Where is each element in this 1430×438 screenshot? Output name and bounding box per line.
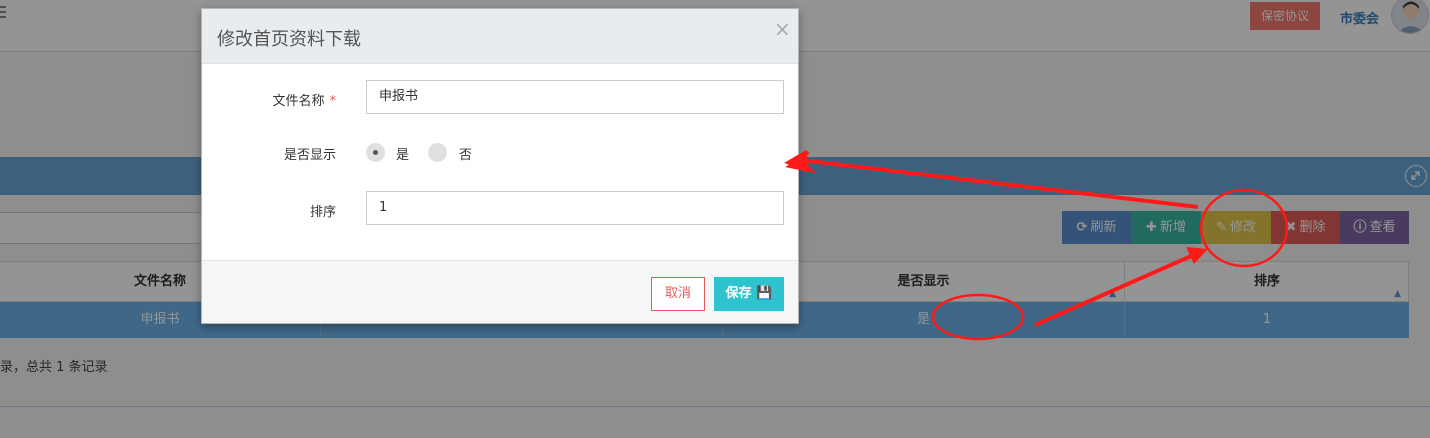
field-label-name: 文件名称 * (272, 94, 337, 109)
field-label-order: 排序 (309, 205, 336, 220)
edit-dialog: 修改首页资料下载 × 文件名称 * 申报书 是否显示 是 否 排序 1 取消 保存… (201, 8, 799, 324)
required-mark: * (329, 94, 337, 109)
order-input[interactable]: 1 (366, 191, 784, 225)
field-label-show: 是否显示 (283, 148, 336, 163)
file-name-input[interactable]: 申报书 (366, 80, 784, 114)
dialog-title: 修改首页资料下载 (217, 29, 361, 50)
radio-show-yes[interactable] (366, 143, 385, 162)
save-button[interactable]: 保存 💾 (714, 277, 784, 311)
save-icon: 💾 (756, 286, 773, 301)
dialog-footer: 取消 保存 💾 (202, 260, 798, 323)
cancel-button[interactable]: 取消 (651, 277, 705, 311)
radio-label-no: 否 (459, 148, 473, 163)
dialog-header: 修改首页资料下载 × (202, 9, 798, 64)
radio-label-yes: 是 (396, 148, 410, 163)
close-icon[interactable]: × (774, 17, 791, 41)
radio-show-no[interactable] (428, 143, 447, 162)
